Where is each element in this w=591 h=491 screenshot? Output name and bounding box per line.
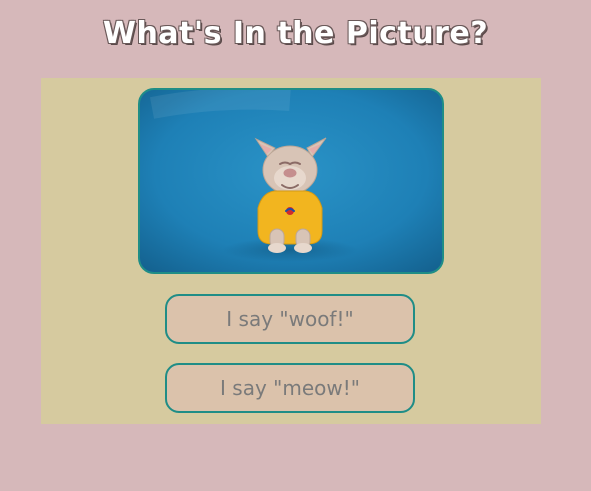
dog-picture <box>138 88 444 274</box>
dog-photo-illustration <box>140 90 442 272</box>
answer-button-woof[interactable]: I say "woof!" <box>165 294 415 344</box>
answer-button-meow[interactable]: I say "meow!" <box>165 363 415 413</box>
quiz-panel: I say "woof!" I say "meow!" <box>41 78 541 424</box>
page-title: What's In the Picture? <box>102 16 489 51</box>
